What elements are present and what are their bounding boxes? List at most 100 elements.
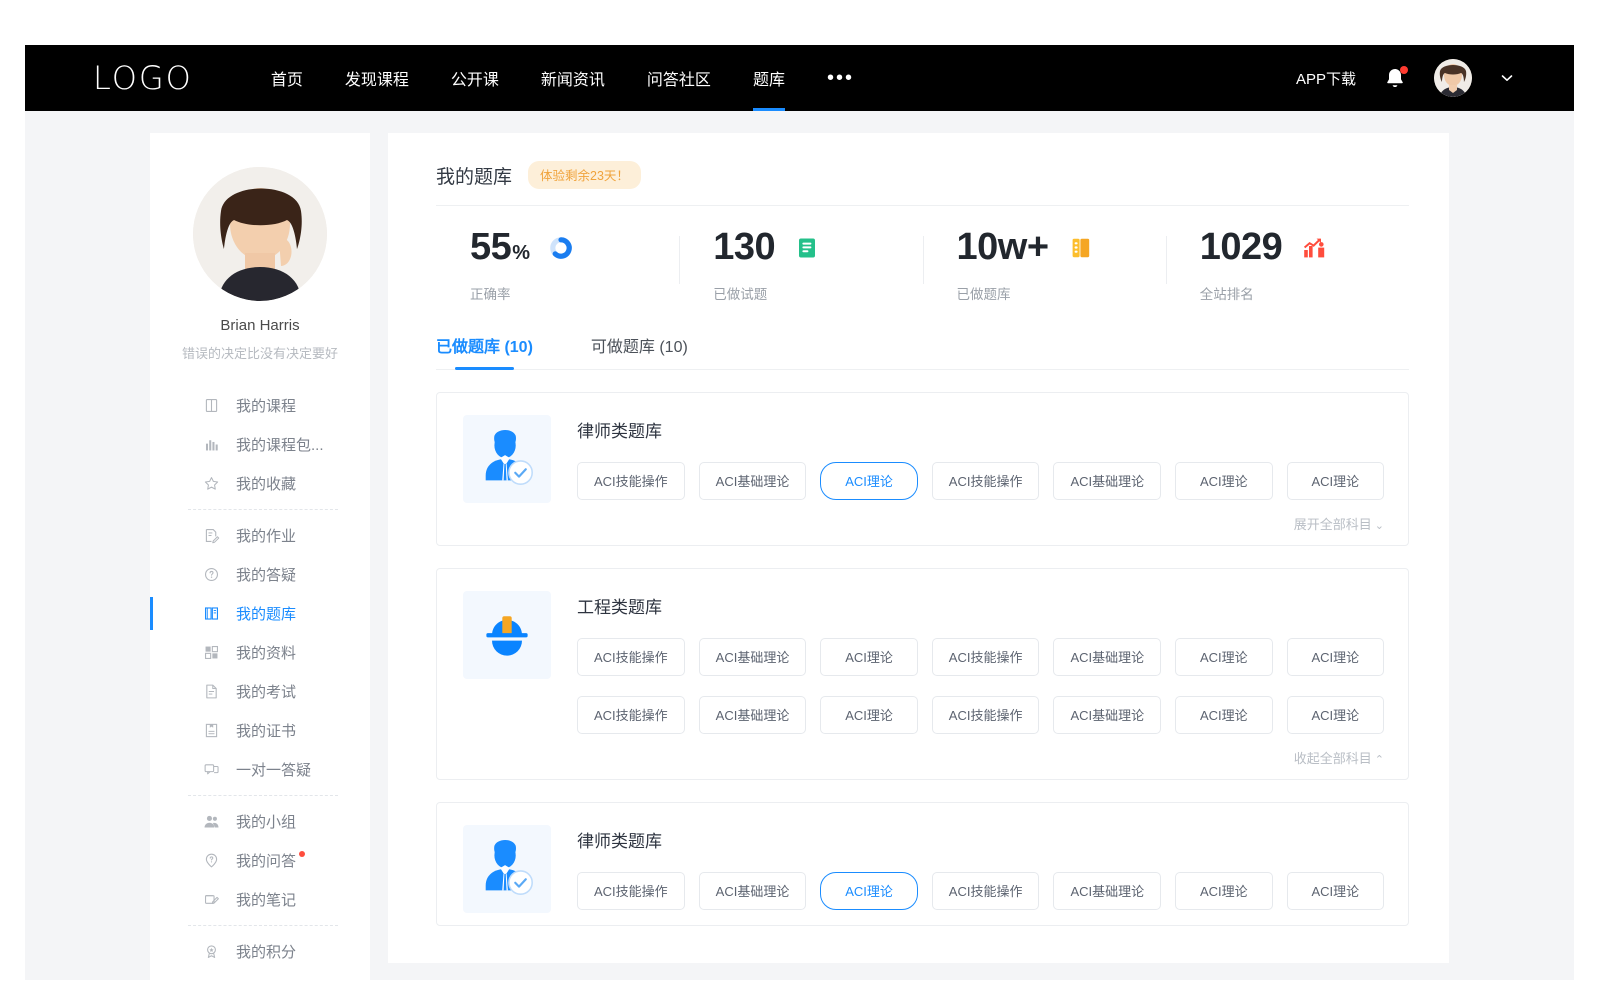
hard-hat-icon: [463, 591, 551, 679]
chat-bubble-icon: [202, 761, 220, 779]
subject-tag[interactable]: ACI基础理论: [1053, 872, 1161, 910]
stat-suffix: %: [512, 242, 529, 264]
subject-tag[interactable]: ACI理论: [1287, 462, 1384, 500]
sidebar-item-1[interactable]: 我的课程包...: [150, 425, 370, 464]
green-paper-icon: [794, 235, 820, 261]
user-avatar-nav[interactable]: [1434, 59, 1472, 97]
sidebar-item-0[interactable]: 我的课程: [150, 386, 370, 425]
subject-tag[interactable]: ACI理论: [1175, 638, 1272, 676]
nav-link-2[interactable]: 公开课: [451, 45, 499, 111]
stat-label: 正确率: [470, 283, 679, 303]
sidebar-item-label: 我的收藏: [236, 473, 296, 494]
nav-link-3[interactable]: 新闻资讯: [541, 45, 605, 111]
subject-tag[interactable]: ACI基础理论: [1053, 462, 1161, 500]
subject-tag[interactable]: ACI技能操作: [932, 696, 1040, 734]
stat-value: 1029: [1200, 228, 1284, 266]
group-icon: [202, 813, 220, 831]
unread-dot: [299, 851, 305, 857]
qa-pin-icon: [202, 852, 220, 870]
sidebar-item-8[interactable]: 我的证书: [150, 711, 370, 750]
subject-tag[interactable]: ACI理论: [820, 638, 917, 676]
chevron-toggle-icon: ⌃: [1375, 754, 1384, 766]
subject-tag[interactable]: ACI技能操作: [932, 872, 1040, 910]
sidebar-menu: 我的课程我的课程包... 我的收藏我的作业我的答疑我的题库我的资料我的考试我的证书…: [150, 386, 370, 971]
stat-number: 10w+: [957, 226, 1049, 268]
content-body: Brian Harris 错误的决定比没有决定要好 我的课程我的课程包...我的…: [25, 111, 1574, 980]
sidebar-item-9[interactable]: 一对一答疑: [150, 750, 370, 789]
subject-tag[interactable]: ACI技能操作: [932, 638, 1040, 676]
profile-avatar[interactable]: [193, 167, 327, 301]
sidebar-item-label: 我的资料: [236, 642, 296, 663]
medal-icon: [202, 943, 220, 961]
chevron-down-icon[interactable]: [1500, 71, 1514, 85]
stat-value: 130: [713, 228, 776, 266]
stat-value: 10w+: [957, 228, 1050, 266]
subject-tag[interactable]: ACI理论: [820, 696, 917, 734]
stat-card-3: 1029全站排名: [1166, 228, 1409, 303]
tab-1[interactable]: 可做题库 (10): [591, 333, 688, 369]
sidebar-item-5[interactable]: 我的题库: [150, 594, 370, 633]
subject-tag[interactable]: ACI技能操作: [577, 872, 685, 910]
subject-tag[interactable]: ACI基础理论: [699, 696, 807, 734]
nav-link-1[interactable]: 发现课程: [345, 45, 409, 111]
subject-tag[interactable]: ACI理论: [1175, 462, 1272, 500]
nav-link-0[interactable]: 首页: [271, 45, 303, 111]
subject-tag[interactable]: ACI基础理论: [699, 462, 807, 500]
stat-card-1: 130已做试题: [679, 228, 922, 303]
sidebar-item-11[interactable]: 我的问答: [150, 841, 370, 880]
content-tabs: 已做题库 (10) 可做题库 (10): [436, 333, 1409, 370]
sidebar-item-13[interactable]: 我的积分: [150, 932, 370, 971]
card-title: 律师类题库: [577, 827, 1384, 852]
question-bank-list: 律师类题库ACI技能操作ACI基础理论ACI理论ACI技能操作ACI基础理论AC…: [436, 392, 1409, 926]
subject-tag[interactable]: ACI技能操作: [932, 462, 1040, 500]
subject-tag[interactable]: ACI技能操作: [577, 696, 685, 734]
subject-tag[interactable]: ACI理论: [1287, 872, 1384, 910]
yellow-book-icon: [1068, 235, 1094, 261]
page-title: 我的题库: [436, 162, 512, 189]
sidebar-item-3[interactable]: 我的作业: [150, 516, 370, 555]
expand-collapse-subjects-button[interactable]: 收起全部科目⌃: [577, 748, 1384, 767]
sidebar-item-2[interactable]: 我的收藏: [150, 464, 370, 503]
page-canvas: LOGO 首页发现课程公开课新闻资讯问答社区题库 ••• APP下载: [25, 45, 1574, 980]
subject-tag[interactable]: ACI技能操作: [577, 462, 685, 500]
subject-tag[interactable]: ACI理论: [820, 462, 917, 500]
notification-bell-icon[interactable]: [1384, 66, 1406, 90]
sidebar-item-label: 我的问答: [236, 850, 296, 871]
subject-tag[interactable]: ACI理论: [820, 872, 917, 910]
subject-tag[interactable]: ACI理论: [1287, 696, 1384, 734]
sidebar-item-12[interactable]: 我的笔记: [150, 880, 370, 919]
sidebar-item-10[interactable]: 我的小组: [150, 802, 370, 841]
nav-link-4[interactable]: 问答社区: [647, 45, 711, 111]
card-body: 律师类题库 ACI技能操作 ACI基础理论 ACI理论 ACI技能操作 ACI基础理论 AC…: [577, 825, 1384, 913]
nav-link-5[interactable]: 题库: [753, 45, 785, 111]
nav-more-icon[interactable]: •••: [827, 45, 854, 111]
subject-tag[interactable]: ACI技能操作: [577, 638, 685, 676]
app-download-link[interactable]: APP下载: [1296, 68, 1356, 89]
subject-tag-row: ACI技能操作 ACI基础理论 ACI理论 ACI技能操作 ACI基础理论 ACI理论 AC…: [577, 462, 1384, 500]
tab-0[interactable]: 已做题库 (10): [436, 333, 533, 369]
sidebar-item-label: 我的小组: [236, 811, 296, 832]
subject-tag-row: ACI技能操作 ACI基础理论 ACI理论 ACI技能操作 ACI基础理论 ACI理论 AC…: [577, 638, 1384, 676]
lawyer-avatar-icon: [463, 415, 551, 503]
stat-value: 55%: [470, 228, 530, 266]
sidebar-divider: [188, 795, 338, 796]
subject-tag[interactable]: ACI理论: [1175, 872, 1272, 910]
top-navbar: LOGO 首页发现课程公开课新闻资讯问答社区题库 ••• APP下载: [25, 45, 1574, 111]
site-logo[interactable]: LOGO: [93, 59, 193, 97]
card-body: 工程类题库ACI技能操作ACI基础理论ACI理论ACI技能操作ACI基础理论AC…: [577, 591, 1384, 767]
subject-tag[interactable]: ACI基础理论: [1053, 696, 1161, 734]
sidebar-item-6[interactable]: 我的资料: [150, 633, 370, 672]
expand-collapse-subjects-button[interactable]: 展开全部科目⌄: [577, 514, 1384, 533]
subject-tag[interactable]: ACI理论: [1175, 696, 1272, 734]
subject-tag[interactable]: ACI基础理论: [1053, 638, 1161, 676]
subject-tag[interactable]: ACI理论: [1287, 638, 1384, 676]
sidebar-item-7[interactable]: 我的考试: [150, 672, 370, 711]
sidebar-item-label: 我的考试: [236, 681, 296, 702]
chevron-toggle-icon: ⌄: [1375, 520, 1384, 532]
sidebar-item-4[interactable]: 我的答疑: [150, 555, 370, 594]
subject-tag[interactable]: ACI基础理论: [699, 638, 807, 676]
bar-chart-icon: [202, 436, 220, 454]
subject-tag[interactable]: ACI基础理论: [699, 872, 807, 910]
sidebar-item-label: 一对一答疑: [236, 759, 311, 780]
book-icon: [202, 397, 220, 415]
